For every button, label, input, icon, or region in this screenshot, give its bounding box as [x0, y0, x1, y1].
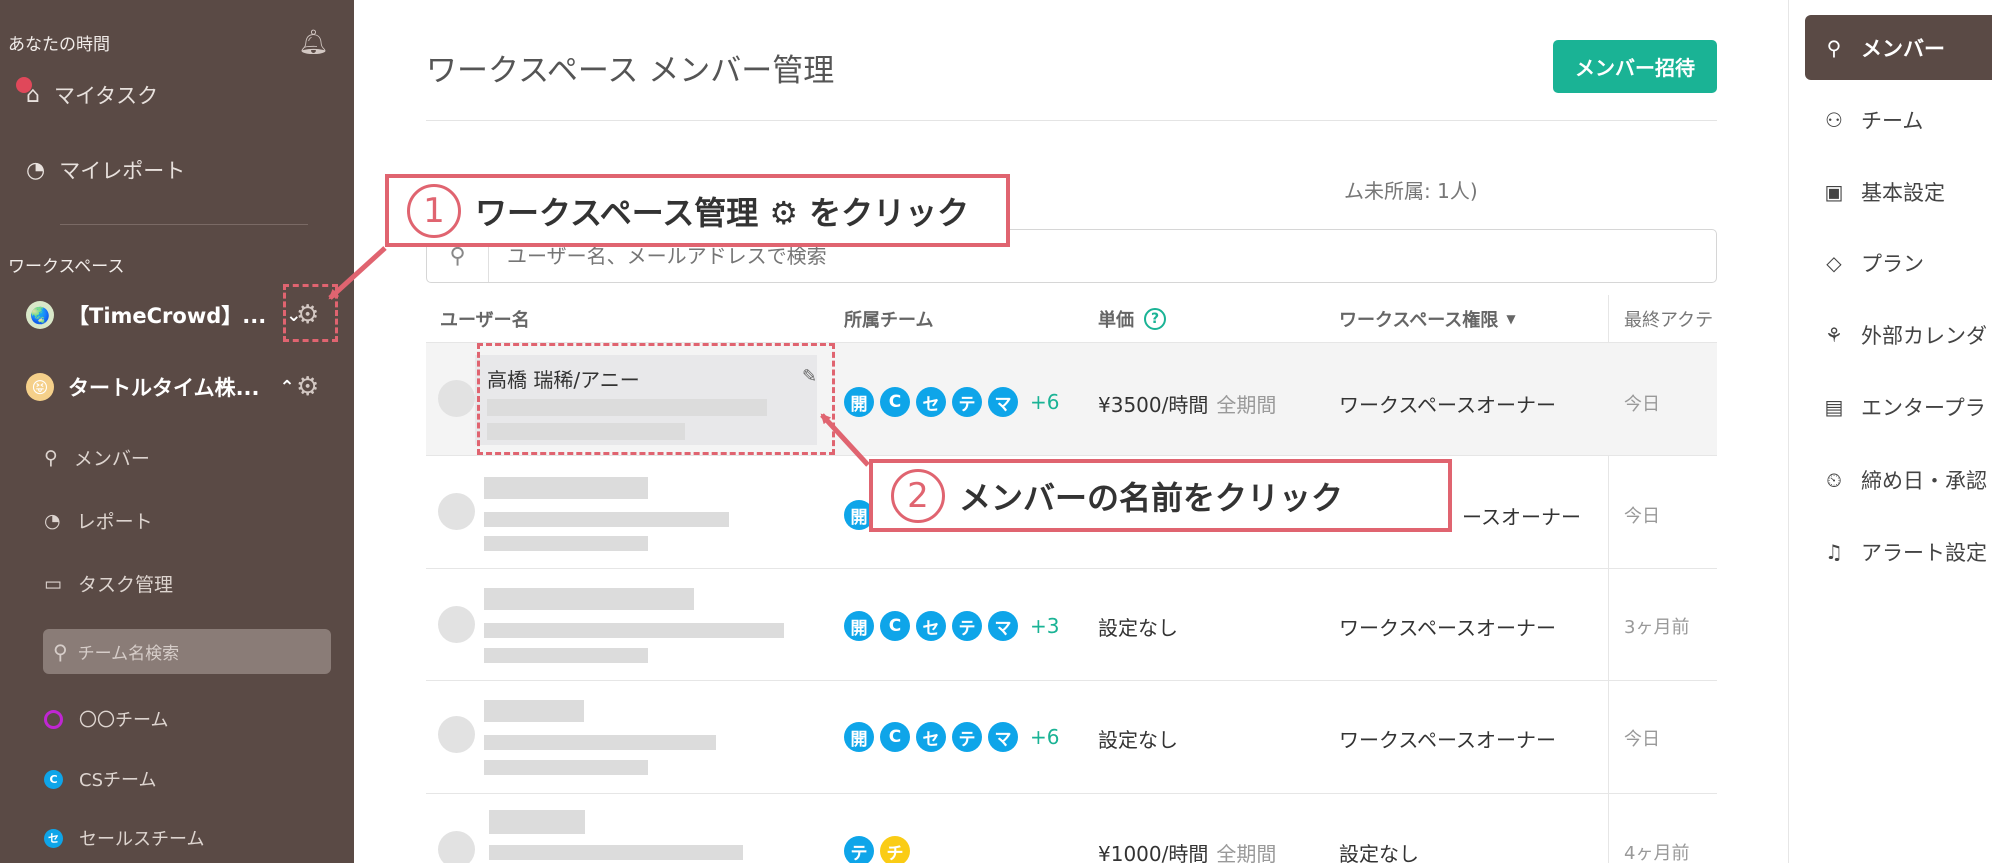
step-number-badge: 1: [407, 183, 461, 238]
callout-step-1: 1 ワークスペース管理 ⚙ をクリック: [385, 174, 1010, 247]
step-number-badge: 2: [891, 468, 945, 523]
callout-text: メンバーの名前をクリック: [959, 478, 1344, 517]
arrow-to-gear: [328, 246, 387, 300]
annotation-arrows: [328, 246, 870, 467]
callout-step-2: 2 メンバーの名前をクリック: [869, 459, 1452, 532]
callout-text: ワークスペース管理 ⚙ をクリック: [475, 193, 970, 232]
arrow-to-member-name: [820, 413, 870, 467]
